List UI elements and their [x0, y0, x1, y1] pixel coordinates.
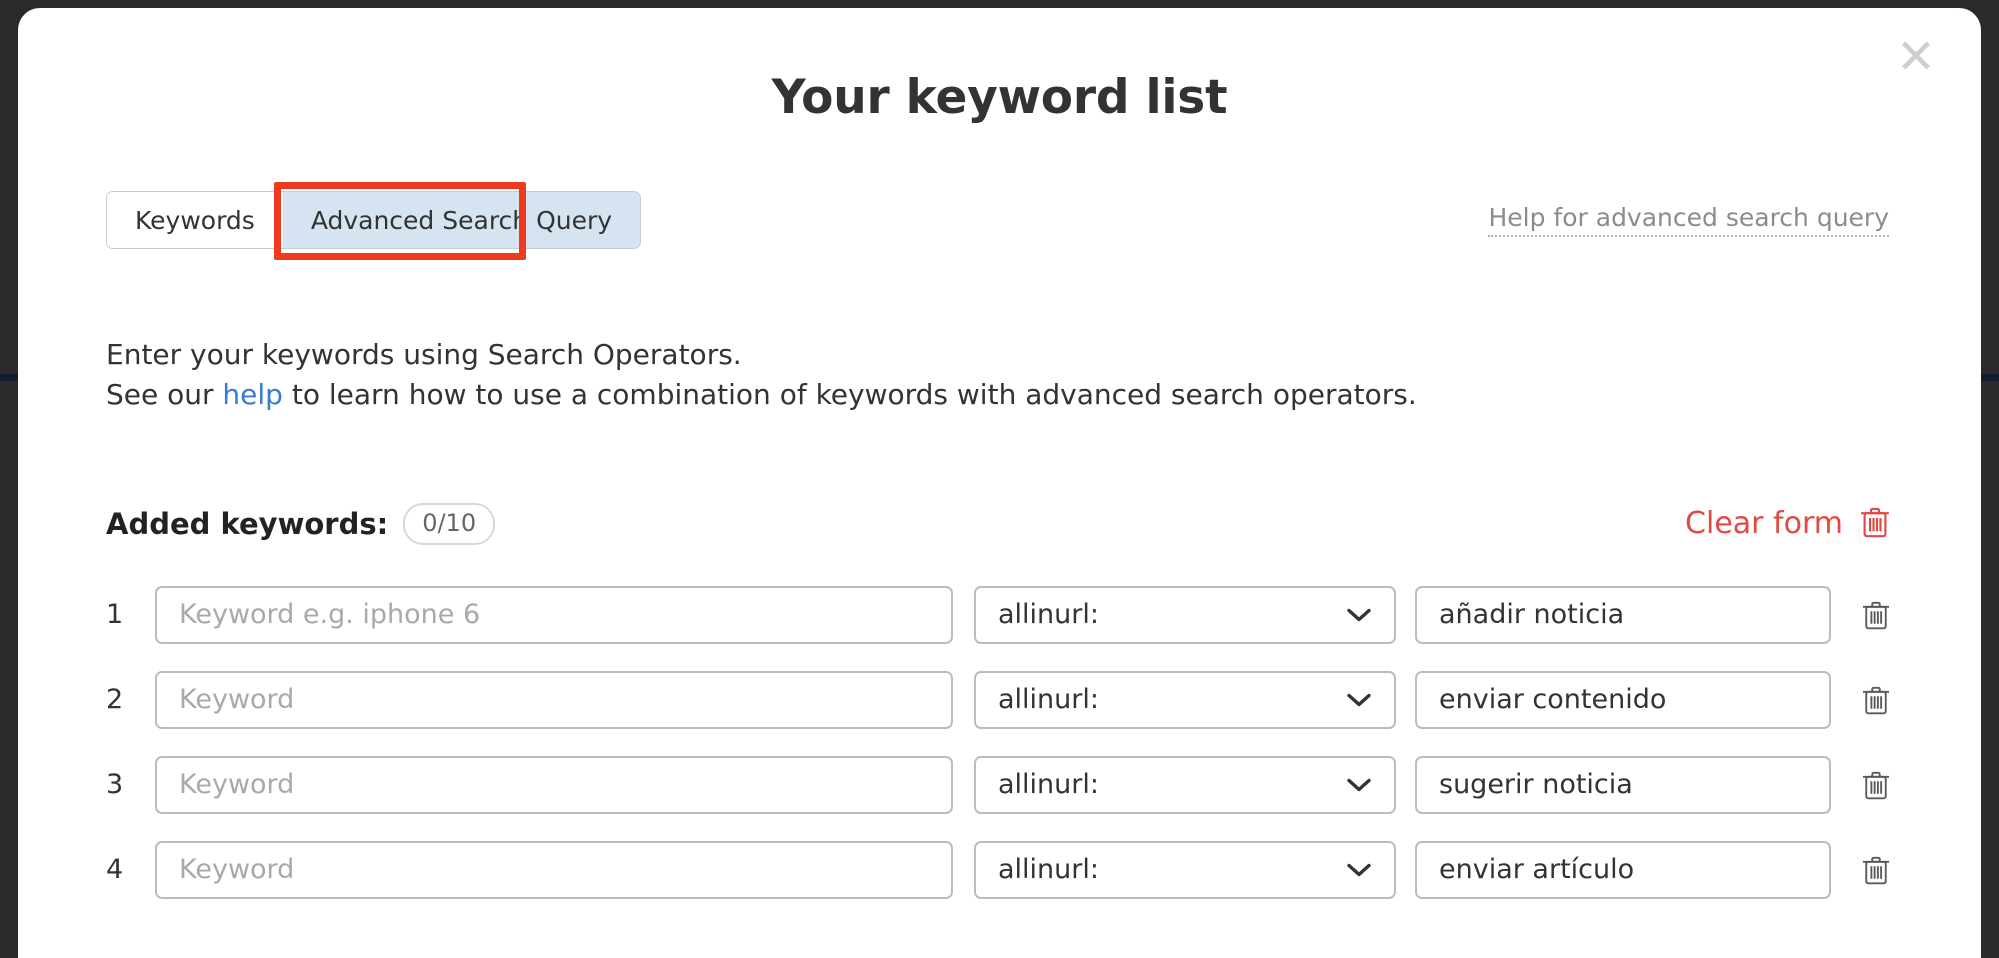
table-row: 1 Keyword e.g. iphone 6 allinurl: añadir… — [106, 572, 1893, 657]
table-row: 3 Keyword allinurl: sugerir noticia — [106, 742, 1893, 827]
chevron-down-icon — [1346, 687, 1372, 713]
operator-select-value: allinurl: — [998, 854, 1099, 886]
keyword-input[interactable]: Keyword — [155, 670, 953, 729]
keyword-counter-badge: 0/10 — [403, 502, 496, 546]
delete-row-button[interactable] — [1859, 681, 1893, 719]
operator-select[interactable]: allinurl: — [974, 670, 1396, 729]
row-number: 2 — [106, 684, 124, 716]
tab-advanced-search-query[interactable]: Advanced Search Query — [282, 192, 641, 248]
keyword-rows: 1 Keyword e.g. iphone 6 allinurl: añadir… — [106, 572, 1893, 912]
close-icon[interactable]: ✕ — [1889, 30, 1943, 84]
table-row: 4 Keyword allinurl: enviar artículo — [106, 827, 1893, 912]
keyword-input-placeholder: Keyword — [179, 769, 295, 801]
chevron-down-icon — [1346, 602, 1372, 628]
row-number: 1 — [106, 599, 124, 631]
keyword-input[interactable]: Keyword e.g. iphone 6 — [155, 585, 953, 644]
keyword-list-modal: ✕ Your keyword list Keywords Advanced Se… — [18, 8, 1981, 958]
operator-select-value: allinurl: — [998, 684, 1099, 716]
keyword-input[interactable]: Keyword — [155, 840, 953, 899]
clear-form-button[interactable]: Clear form — [1685, 504, 1891, 544]
row-number: 3 — [106, 769, 124, 801]
row-number: 4 — [106, 854, 124, 886]
keyword-input-placeholder: Keyword — [179, 854, 295, 886]
keyword-input-placeholder: Keyword e.g. iphone 6 — [179, 599, 481, 631]
tab-keywords[interactable]: Keywords — [107, 192, 283, 248]
delete-row-button[interactable] — [1859, 596, 1893, 634]
operator-select[interactable]: allinurl: — [974, 840, 1396, 899]
keyword-input[interactable]: Keyword — [155, 755, 953, 814]
help-for-advanced-search-query-link[interactable]: Help for advanced search query — [1488, 203, 1889, 237]
operator-value-input[interactable]: añadir noticia — [1415, 585, 1831, 644]
trash-icon — [1859, 504, 1891, 544]
added-keywords-label: Added keywords: — [106, 506, 389, 541]
delete-row-button[interactable] — [1859, 851, 1893, 889]
description-line-2: See our help to learn how to use a combi… — [106, 375, 1893, 415]
operator-select[interactable]: allinurl: — [974, 585, 1396, 644]
operator-select-value: allinurl: — [998, 769, 1099, 801]
chevron-down-icon — [1346, 772, 1372, 798]
description-line-2-after: to learn how to use a combination of key… — [282, 377, 1417, 411]
description-text: Enter your keywords using Search Operato… — [106, 335, 1893, 415]
description-line-2-before: See our — [106, 377, 223, 411]
chevron-down-icon — [1346, 857, 1372, 883]
description-line-1: Enter your keywords using Search Operato… — [106, 338, 742, 371]
clear-form-label: Clear form — [1685, 506, 1843, 542]
modal-content: Keywords Advanced Search Query Help for … — [18, 182, 1981, 912]
delete-row-button[interactable] — [1859, 766, 1893, 804]
operator-select-value: allinurl: — [998, 599, 1099, 631]
keyword-input-placeholder: Keyword — [179, 684, 295, 716]
operator-value-input[interactable]: enviar contenido — [1415, 670, 1831, 729]
table-row: 2 Keyword allinurl: enviar contenido — [106, 657, 1893, 742]
tabs-row: Keywords Advanced Search Query Help for … — [106, 182, 1893, 260]
operator-value-input[interactable]: sugerir noticia — [1415, 755, 1831, 814]
added-keywords-group: Added keywords: 0/10 — [106, 502, 496, 546]
tab-group: Keywords Advanced Search Query — [106, 182, 642, 260]
operator-value-input[interactable]: enviar artículo — [1415, 840, 1831, 899]
help-inline-link[interactable]: help — [222, 378, 283, 411]
page-title: Your keyword list — [771, 70, 1228, 125]
added-keywords-row: Added keywords: 0/10 Clear form — [106, 502, 1893, 546]
operator-select[interactable]: allinurl: — [974, 755, 1396, 814]
